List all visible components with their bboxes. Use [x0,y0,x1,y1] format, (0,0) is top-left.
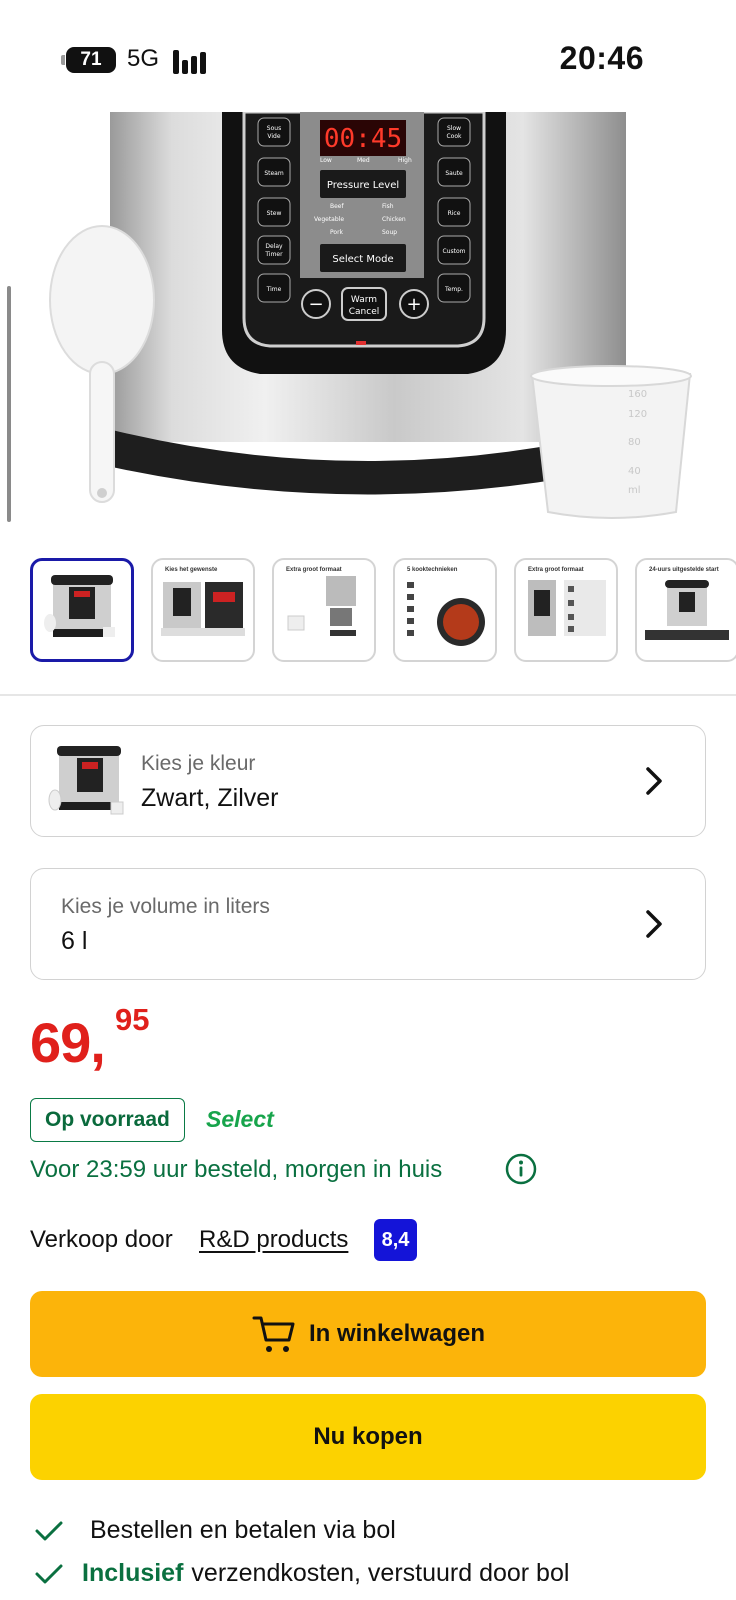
price-euros: 69, [30,1011,106,1074]
thumbnail-image [528,580,606,636]
svg-text:Warm: Warm [351,295,377,305]
scroll-indicator [7,286,11,522]
color-thumbnail [48,746,124,815]
svg-text:Low: Low [320,157,332,164]
price-cents: 95 [115,1002,150,1037]
seller-link[interactable]: R&D products [199,1226,348,1254]
svg-text:Slow: Slow [447,125,461,132]
status-time: 20:46 [559,40,644,76]
select-label[interactable]: Select [206,1106,274,1133]
svg-text:Temp.: Temp. [444,286,463,293]
status-bar: 71 5G 20:46 [0,0,736,112]
check-icon [35,1564,63,1583]
thumbnail-5[interactable]: Extra groot formaat [514,558,618,662]
svg-text:High: High [398,157,412,164]
thumbnail-2[interactable]: Kies het gewenste [151,558,255,662]
svg-text:Stew: Stew [267,210,282,217]
thumbnail-strip[interactable]: Kies het gewenste Extra groot formaat 5 … [30,558,736,664]
pressure-cooker-image: 00:45 Low Med High Pressure Level Beef F… [49,112,692,519]
usp-text: verzendkosten, verstuurd door bol [191,1559,570,1587]
thumbnail-3[interactable]: Extra groot formaat [272,558,376,662]
svg-text:40: 40 [628,466,641,477]
seller-rating-badge: 8,4 [374,1219,417,1261]
battery-indicator: 71 [61,47,116,73]
network-type: 5G [127,45,160,72]
usp-item: Inclusief verzendkosten, verstuurd door … [34,1559,569,1588]
svg-text:Sous: Sous [267,125,281,132]
svg-text:+: + [406,294,421,315]
svg-text:Steam: Steam [264,170,284,177]
add-to-cart-label: In winkelwagen [308,1320,486,1347]
delivery-text: Voor 23:59 uur besteld, morgen in huis [30,1156,443,1183]
thumbnail-image [161,582,245,636]
svg-text:160: 160 [628,389,647,400]
svg-text:Time: Time [266,286,282,293]
svg-text:Delay: Delay [265,243,283,250]
cart-icon [252,1316,295,1352]
svg-text:Pressure Level: Pressure Level [327,180,399,191]
svg-text:Chicken: Chicken [382,216,406,223]
thumbnail-4[interactable]: 5 kooktechnieken [393,558,497,662]
signal-icon [173,48,209,74]
thumbnail-1[interactable] [30,558,134,662]
svg-text:00:45: 00:45 [324,124,402,154]
stock-badge: Op voorraad [30,1098,185,1142]
thumbnail-image [44,575,115,637]
color-selector-label: Kies je kleur [141,752,256,775]
svg-text:Beef: Beef [330,203,344,210]
buy-now-label: Nu kopen [313,1423,423,1450]
svg-text:Med: Med [357,157,370,164]
svg-text:Fish: Fish [382,203,394,210]
svg-text:Custom: Custom [443,248,466,255]
color-selector-value: Zwart, Zilver [141,784,279,812]
svg-text:Saute: Saute [445,170,463,177]
svg-text:ml: ml [628,485,641,496]
svg-text:Select Mode: Select Mode [332,254,393,265]
volume-selector[interactable]: Kies je volume in liters 6 l [30,868,706,980]
thumbnail-6[interactable]: 24-uurs uitgestelde start [635,558,736,662]
divider [0,694,736,696]
svg-text:Vide: Vide [267,133,280,140]
svg-text:Rice: Rice [448,210,461,217]
thumbnail-image [287,576,356,636]
seller-prefix: Verkoop door [30,1226,173,1253]
volume-selector-value: 6 l [61,927,88,955]
chevron-right-icon [646,767,662,795]
buy-now-button[interactable]: Nu kopen [30,1394,706,1480]
thumbnail-image [645,580,729,640]
volume-selector-label: Kies je volume in liters [61,895,270,918]
add-to-cart-button[interactable]: In winkelwagen [30,1291,706,1377]
check-icon [35,1521,63,1540]
thumbnail-image [407,582,485,646]
svg-text:80: 80 [628,437,641,448]
svg-text:Cook: Cook [446,133,462,140]
product-image[interactable]: 00:45 Low Med High Pressure Level Beef F… [0,112,736,532]
svg-text:Pork: Pork [330,229,344,236]
usp-item: Bestellen en betalen via bol [34,1516,396,1545]
usp-text: Bestellen en betalen via bol [90,1516,396,1544]
svg-text:Timer: Timer [264,251,283,258]
info-icon[interactable] [505,1153,537,1185]
chevron-right-icon [646,910,662,938]
svg-text:120: 120 [628,409,647,420]
svg-text:Cancel: Cancel [349,307,380,317]
usp-bold: Inclusief [82,1559,184,1587]
svg-text:Soup: Soup [382,229,397,236]
price: 69, 95 [30,1002,149,1075]
svg-text:−: − [308,294,323,315]
svg-text:Vegetable: Vegetable [314,216,344,223]
color-selector[interactable]: Kies je kleur Zwart, Zilver [30,725,706,837]
